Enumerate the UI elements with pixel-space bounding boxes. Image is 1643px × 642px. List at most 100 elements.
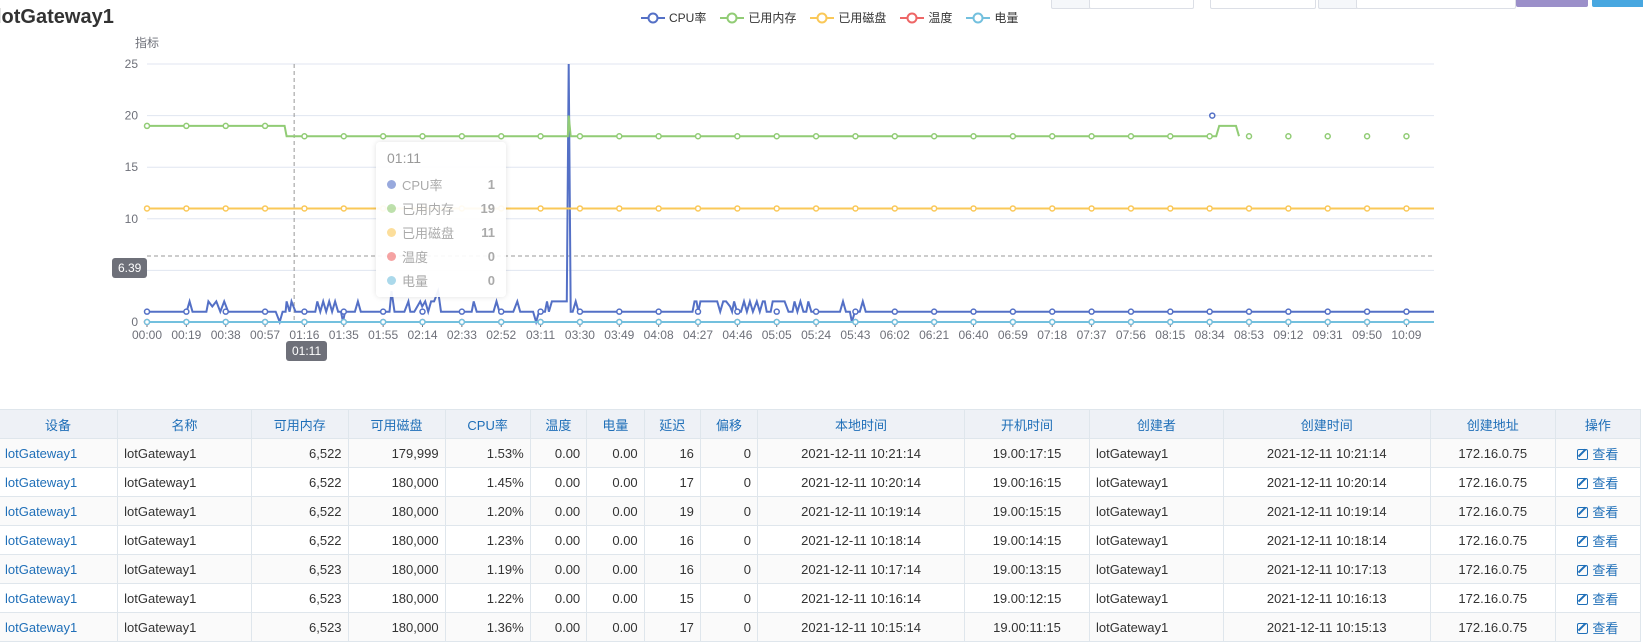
tooltip-series-name: 温度 <box>402 249 429 265</box>
table-cell: lotGateway1 <box>1088 438 1224 468</box>
table-row[interactable]: lotGateway1 lotGateway1 6,522 180,000 1.23% 0… <box>0 525 1642 555</box>
view-button[interactable]: 查看 <box>1577 476 1618 491</box>
series-point-battery <box>694 318 702 326</box>
column-header[interactable]: 设备 <box>0 409 119 439</box>
tooltip-series-value: 11 <box>481 224 495 240</box>
table-cell: 0.00 <box>586 612 645 642</box>
table-cell: lotGateway1 <box>0 525 119 555</box>
table-cell: 2021-12-11 10:19:14 <box>1222 496 1431 526</box>
series-point-cpu <box>301 308 308 315</box>
table-row[interactable]: lotGateway1 lotGateway1 6,523 180,000 1.36% 0… <box>0 612 1642 642</box>
device-link[interactable]: lotGateway1 <box>5 446 77 461</box>
view-label: 查看 <box>1592 591 1619 607</box>
series-point-disk <box>1167 205 1174 212</box>
table-cell: lotGateway1 <box>1088 525 1224 555</box>
table-cell: 1.20% <box>444 496 531 526</box>
series-point-mem <box>183 122 190 130</box>
y-axis-title: 指标 <box>135 35 159 50</box>
column-header[interactable]: 创建者 <box>1088 409 1224 439</box>
table-cell: 6,523 <box>250 612 349 642</box>
series-point-mem <box>1088 132 1095 140</box>
series-point-mem <box>694 132 702 140</box>
action-cell: 查看 <box>1554 496 1642 526</box>
series-point-disk <box>1206 205 1213 212</box>
view-label: 查看 <box>1592 446 1619 462</box>
table-cell: 180,000 <box>347 554 446 584</box>
series-point-cpu <box>616 308 623 315</box>
series-dot-icon <box>387 179 396 189</box>
device-link[interactable]: lotGateway1 <box>5 591 77 606</box>
table-cell: 2021-12-11 10:20:14 <box>757 467 966 497</box>
series-point-mem <box>1009 132 1017 140</box>
table-cell: 16 <box>643 554 701 584</box>
column-header[interactable]: 温度 <box>529 409 588 439</box>
tooltip-row: 已用磁盘 11 <box>387 220 495 244</box>
y-tick-label: 25 <box>125 57 139 71</box>
table-row[interactable]: lotGateway1 lotGateway1 6,523 180,000 1.19% 0… <box>0 554 1642 584</box>
column-header[interactable]: 创建时间 <box>1222 409 1431 439</box>
edit-icon <box>1577 622 1589 634</box>
x-tick-label: 06:40 <box>958 328 988 342</box>
series-point-cpu <box>1208 112 1216 119</box>
table-cell: 6,522 <box>250 525 349 555</box>
device-link[interactable]: lotGateway1 <box>5 533 77 548</box>
series-point-cpu <box>1285 308 1292 315</box>
y-tick-label: 0 <box>131 315 138 329</box>
device-link[interactable]: lotGateway1 <box>5 562 77 577</box>
series-point-mem <box>379 132 387 140</box>
view-label: 查看 <box>1592 475 1619 491</box>
column-header[interactable]: 偏移 <box>699 409 759 439</box>
series-point-disk <box>852 205 859 212</box>
series-point-battery <box>261 318 269 326</box>
table-cell: 2021-12-11 10:15:14 <box>757 612 966 642</box>
column-header[interactable]: 延迟 <box>643 409 701 439</box>
tooltip-row: CPU率 1 <box>387 172 495 196</box>
view-button[interactable]: 查看 <box>1577 447 1618 462</box>
column-header[interactable]: 操作 <box>1554 409 1642 439</box>
tooltip-series-name: 已用磁盘 <box>402 225 455 241</box>
table-cell: lotGateway1 <box>117 554 252 584</box>
column-header[interactable]: 开机时间 <box>964 409 1090 439</box>
table-cell: 180,000 <box>347 467 446 497</box>
column-header[interactable]: 本地时间 <box>757 409 966 439</box>
x-tick-label: 08:34 <box>1195 328 1225 342</box>
view-button[interactable]: 查看 <box>1577 534 1618 549</box>
view-button[interactable]: 查看 <box>1577 505 1618 520</box>
column-header[interactable]: CPU率 <box>444 409 531 439</box>
table-cell: lotGateway1 <box>0 496 119 526</box>
table-cell: 0.00 <box>586 467 645 497</box>
table-cell: 6,523 <box>250 554 349 584</box>
table-row[interactable]: lotGateway1 lotGateway1 6,522 180,000 1.45% 0… <box>0 467 1642 497</box>
series-point-battery <box>1363 318 1371 326</box>
device-link[interactable]: lotGateway1 <box>5 504 77 519</box>
device-link[interactable]: lotGateway1 <box>5 620 77 635</box>
y-tick-label: 15 <box>125 160 139 174</box>
series-point-mem <box>222 122 229 130</box>
view-button[interactable]: 查看 <box>1577 621 1618 636</box>
table-row[interactable]: lotGateway1 lotGateway1 6,522 180,000 1.20% 0… <box>0 496 1642 526</box>
column-header[interactable]: 名称 <box>117 409 252 439</box>
view-button[interactable]: 查看 <box>1577 592 1618 607</box>
table-row[interactable]: lotGateway1 lotGateway1 6,522 179,999 1.53% 0… <box>0 438 1642 468</box>
table-cell: 2021-12-11 10:16:14 <box>757 583 966 613</box>
series-point-mem <box>537 132 544 140</box>
table-cell: 2021-12-11 10:15:13 <box>1222 612 1431 642</box>
table-cell: 0 <box>699 438 759 468</box>
series-point-cpu <box>1167 308 1174 315</box>
table-header-row: 设备 名称 可用内存 可用磁盘 CPU率 温度 电量 延迟 偏移 本地时间 开机时间 创建者 创建时间创… <box>0 409 1642 439</box>
table-row[interactable]: lotGateway1 lotGateway1 6,523 180,000 1.22% 0… <box>0 583 1642 613</box>
column-header[interactable]: 电量 <box>586 409 645 439</box>
series-point-battery <box>1088 318 1095 326</box>
series-point-disk <box>1088 205 1095 212</box>
x-tick-label: 08:53 <box>1234 328 1264 342</box>
device-link[interactable]: lotGateway1 <box>5 475 77 490</box>
column-header[interactable]: 可用磁盘 <box>347 409 446 439</box>
column-header[interactable]: 创建地址 <box>1429 409 1556 439</box>
view-label: 查看 <box>1592 620 1619 636</box>
table-cell: 0.00 <box>586 438 645 468</box>
column-header[interactable]: 可用内存 <box>250 409 349 439</box>
view-button[interactable]: 查看 <box>1577 563 1618 578</box>
series-point-mem <box>1206 132 1213 140</box>
series-point-cpu <box>734 308 741 315</box>
series-point-battery <box>930 318 938 326</box>
